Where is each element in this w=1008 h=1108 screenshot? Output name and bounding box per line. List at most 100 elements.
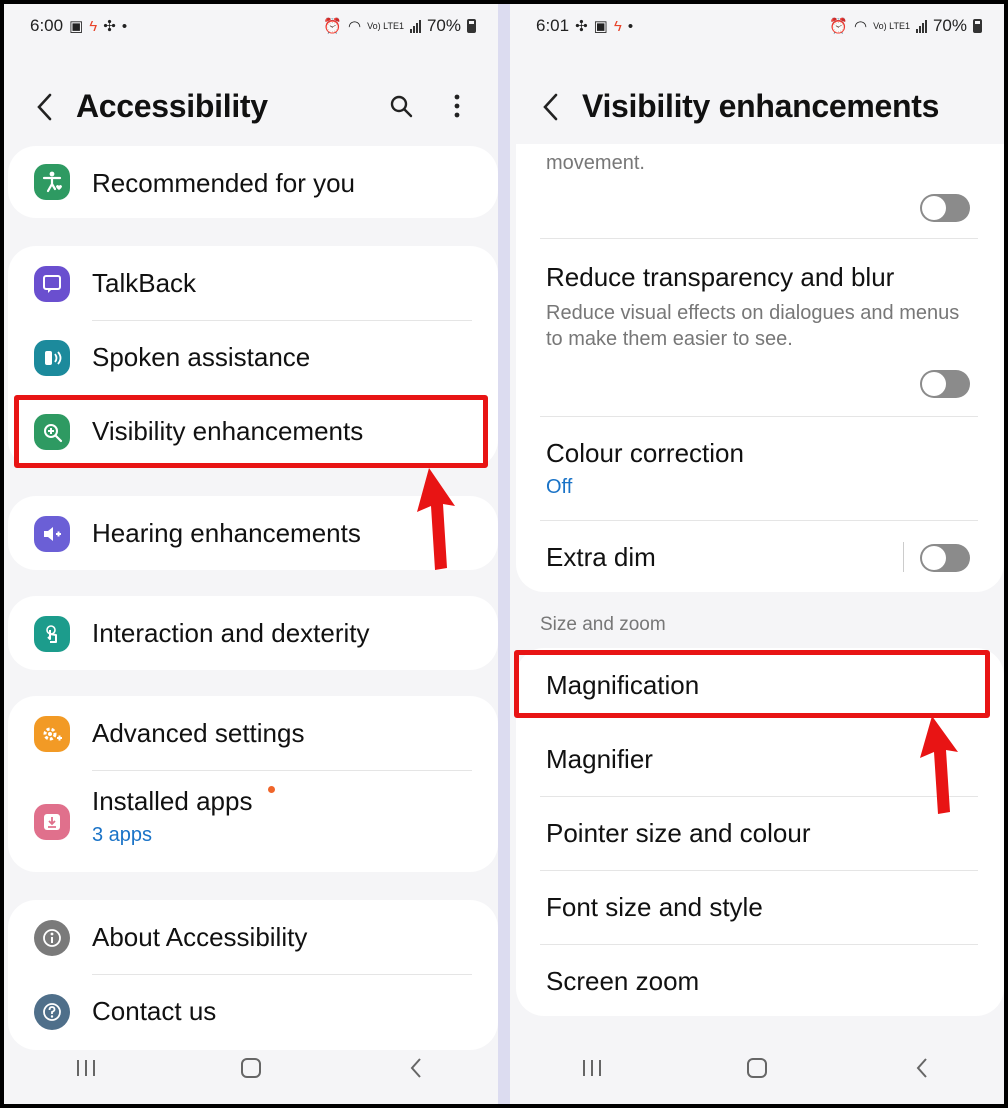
item-label: Magnifier	[546, 744, 653, 774]
list-item-recommended[interactable]: Recommended for you	[8, 146, 498, 218]
app-bar: Visibility enhancements	[510, 80, 1004, 136]
flash-icon: ϟ	[613, 17, 622, 35]
nav-back-button[interactable]	[386, 1048, 446, 1088]
list-item-font-size[interactable]: Font size and style	[516, 870, 1004, 944]
reduce-transparency-toggle[interactable]	[920, 370, 970, 398]
more-options-button[interactable]	[444, 90, 470, 122]
page-title: Visibility enhancements	[582, 88, 940, 124]
red-arrow-icon	[417, 468, 455, 570]
installed-apps-download-icon	[34, 804, 70, 840]
reduce-transparency-row[interactable]: Reduce transparency and blur Reduce visu…	[516, 238, 1004, 416]
colour-correction-row[interactable]: Colour correction Off	[516, 416, 1004, 520]
dot-icon: •	[627, 17, 634, 35]
home-button[interactable]	[727, 1048, 787, 1088]
home-icon	[240, 1058, 261, 1078]
recents-button[interactable]	[56, 1048, 116, 1088]
list-item-talkback[interactable]: TalkBack	[8, 246, 498, 320]
status-time: 6:00	[30, 16, 64, 35]
item-label: TalkBack	[92, 268, 197, 298]
recents-button[interactable]	[562, 1048, 622, 1088]
flash-icon: ϟ	[89, 17, 98, 35]
page-title: Accessibility	[76, 88, 268, 124]
card-recommended: Recommended for you	[8, 146, 498, 218]
item-label: Screen zoom	[546, 966, 700, 996]
item-label: Pointer size and colour	[546, 818, 811, 848]
setting-description: Reduce visual effects on dialogues and m…	[546, 302, 960, 350]
battery-icon	[467, 19, 476, 33]
item-label: Contact us	[92, 996, 217, 1026]
list-item-installed-apps[interactable]: Installed apps 3 apps	[8, 770, 498, 872]
list-item-screen-zoom[interactable]: Screen zoom	[516, 944, 1004, 1016]
vertical-divider	[903, 542, 904, 572]
accessibility-person-icon	[34, 164, 70, 200]
signal-icon	[915, 19, 927, 33]
nav-bar	[4, 1032, 498, 1104]
signal-icon	[409, 19, 421, 33]
list-item-about-accessibility[interactable]: About Accessibility	[8, 900, 498, 974]
item-label: Font size and style	[546, 892, 763, 922]
network-label: Vo) LTE1	[873, 20, 910, 31]
back-arrow-icon	[37, 93, 52, 121]
screen-divider	[498, 4, 510, 1104]
more-vert-icon	[454, 94, 460, 118]
help-question-icon	[34, 994, 70, 1030]
recents-icon	[583, 1060, 602, 1076]
wifi-icon: ◠	[348, 18, 362, 35]
extra-dim-toggle[interactable]	[920, 544, 970, 572]
highlight-box-visibility	[14, 395, 488, 468]
item-label: Spoken assistance	[92, 342, 311, 372]
recents-icon	[77, 1060, 96, 1076]
home-button[interactable]	[221, 1048, 281, 1088]
spoken-assistance-icon	[34, 340, 70, 376]
section-header: Size and zoom	[540, 614, 666, 635]
nav-bar	[510, 1032, 1004, 1104]
back-button[interactable]	[540, 92, 566, 122]
item-label: About Accessibility	[92, 922, 308, 952]
search-button[interactable]	[388, 90, 414, 122]
item-sublabel: 3 apps	[92, 824, 153, 846]
alarm-icon: ⏰	[323, 18, 343, 35]
gallery-icon: ▣	[593, 18, 608, 35]
list-item-interaction-dexterity[interactable]: Interaction and dexterity	[8, 596, 498, 670]
search-icon	[390, 95, 413, 118]
status-bar: 6:01 ✣ ▣ ϟ • ⏰ ◠ Vo) LTE1 70%	[536, 14, 982, 38]
item-label: Installed apps	[92, 786, 253, 816]
touch-hand-icon	[34, 616, 70, 652]
list-item-advanced-settings[interactable]: Advanced settings	[8, 696, 498, 770]
home-icon	[746, 1058, 767, 1078]
highlight-box-magnification	[514, 650, 990, 718]
notification-dot	[268, 786, 275, 793]
info-icon	[34, 920, 70, 956]
status-time: 6:01	[536, 16, 570, 35]
gallery-icon: ▣	[69, 18, 84, 35]
motion-toggle[interactable]	[920, 194, 970, 222]
back-arrow-icon	[543, 93, 558, 121]
back-button[interactable]	[34, 92, 60, 122]
advanced-gear-icon	[34, 716, 70, 752]
wifi-icon: ◠	[854, 18, 868, 35]
status-bar: 6:00 ▣ ϟ ✣ • ⏰ ◠ Vo) LTE1 70%	[30, 14, 476, 38]
setting-title: Extra dim	[546, 542, 656, 572]
list-item-spoken-assistance[interactable]: Spoken assistance	[8, 320, 498, 394]
hearing-volume-icon	[34, 516, 70, 552]
nav-back-icon	[916, 1058, 927, 1078]
battery-percent: 70%	[932, 16, 967, 35]
item-label: Recommended for you	[92, 168, 356, 198]
right-screen: 6:01 ✣ ▣ ϟ • ⏰ ◠ Vo) LTE1 70% Visibility…	[510, 4, 1004, 1104]
setting-title: Reduce transparency and blur	[546, 262, 895, 292]
item-label: Interaction and dexterity	[92, 618, 370, 648]
battery-icon	[973, 19, 982, 33]
card-advanced: Advanced settings Installed apps 3 apps	[8, 696, 498, 872]
extra-dim-row[interactable]: Extra dim	[516, 520, 1004, 592]
pinwheel-icon: ✣	[575, 18, 588, 35]
setting-title: Colour correction	[546, 438, 744, 468]
card-visibility-settings: movement. Reduce transparency and blur R…	[516, 144, 1004, 592]
network-label: Vo) LTE1	[367, 20, 404, 31]
card-interaction: Interaction and dexterity	[8, 596, 498, 670]
red-arrow-icon	[920, 716, 958, 814]
nav-back-button[interactable]	[892, 1048, 952, 1088]
item-label: Hearing enhancements	[92, 518, 361, 548]
talkback-icon	[34, 266, 70, 302]
item-label: Advanced settings	[92, 718, 305, 748]
setting-value: Off	[546, 476, 573, 498]
